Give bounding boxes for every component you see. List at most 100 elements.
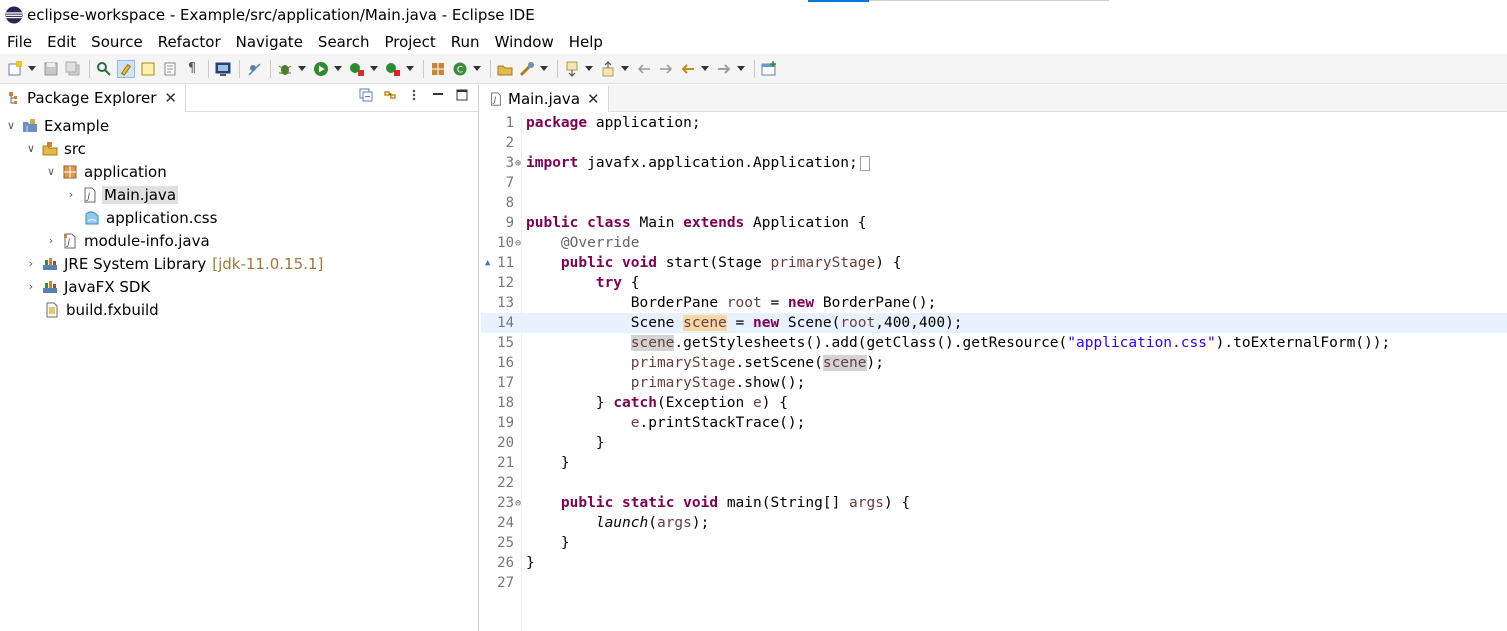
menu-source[interactable]: Source — [84, 33, 151, 51]
menu-help[interactable]: Help — [562, 33, 611, 51]
code-line[interactable]: 18 } catch(Exception e) { — [481, 393, 1507, 413]
code-line[interactable]: 7 — [481, 173, 1507, 193]
menu-navigate[interactable]: Navigate — [229, 33, 311, 51]
collapse-fold-icon[interactable]: ⊖ — [515, 498, 525, 509]
close-icon[interactable]: ✕ — [164, 89, 177, 107]
menu-search[interactable]: Search — [311, 33, 378, 51]
new-dropdown[interactable] — [28, 60, 36, 78]
save-icon[interactable] — [42, 60, 60, 78]
chevron-right-icon[interactable]: › — [64, 188, 78, 202]
save-all-icon[interactable] — [64, 60, 82, 78]
coverage-dropdown[interactable] — [370, 60, 378, 78]
skip-breakpoints-icon[interactable] — [245, 60, 263, 78]
code-line[interactable]: 20 } — [481, 433, 1507, 453]
tree-item-build-fxbuild[interactable]: build.fxbuild — [0, 298, 478, 321]
code-editor[interactable]: 1 package application; 2 3 ⊕ import java… — [481, 113, 1507, 631]
code-line[interactable]: ▲ 11 public void start(Stage primaryStag… — [481, 253, 1507, 273]
menu-project[interactable]: Project — [377, 33, 443, 51]
pin-search-icon[interactable] — [95, 60, 113, 78]
code-line[interactable]: 9 public class Main extends Application … — [481, 213, 1507, 233]
back-icon[interactable] — [679, 60, 697, 78]
search-tool-icon[interactable] — [518, 60, 536, 78]
tab-package-explorer[interactable]: Package Explorer ✕ — [0, 84, 186, 112]
collapse-fold-icon[interactable]: ⊖ — [515, 238, 525, 249]
code-line-current[interactable]: 14 Scene scene = new Scene(root,400,400)… — [481, 313, 1507, 333]
run-icon[interactable] — [312, 60, 330, 78]
open-type-icon[interactable] — [496, 60, 514, 78]
last-edit-location-icon[interactable] — [635, 60, 653, 78]
code-line[interactable]: 10 ⊖ @Override — [481, 233, 1507, 253]
new-java-class-dropdown[interactable] — [473, 60, 481, 78]
terminal-icon[interactable] — [214, 60, 232, 78]
new-java-package-icon[interactable] — [429, 60, 447, 78]
code-line[interactable]: 3 ⊕ import javafx.application.Applicatio… — [481, 153, 1507, 173]
external-tools-icon[interactable] — [384, 60, 402, 78]
menu-run[interactable]: Run — [444, 33, 488, 51]
chevron-down-icon[interactable]: ∨ — [24, 142, 38, 156]
code-line[interactable]: 23 ⊖ public static void main(String[] ar… — [481, 493, 1507, 513]
open-perspective-icon[interactable] — [760, 60, 778, 78]
code-line[interactable]: 12 try { — [481, 273, 1507, 293]
menu-refactor[interactable]: Refactor — [151, 33, 229, 51]
tab-main-java[interactable]: J Main.java ✕ — [481, 84, 609, 112]
code-line[interactable]: 15 scene.getStylesheets().add(getClass()… — [481, 333, 1507, 353]
code-line[interactable]: 26 } — [481, 553, 1507, 573]
tree-item-example[interactable]: ∨ J Example — [0, 114, 478, 137]
show-whitespace-icon[interactable]: ¶ — [183, 60, 201, 78]
menu-window[interactable]: Window — [488, 33, 562, 51]
code-line[interactable]: 22 — [481, 473, 1507, 493]
chevron-down-icon[interactable]: ∨ — [4, 119, 18, 133]
forward-dropdown[interactable] — [737, 60, 745, 78]
run-dropdown[interactable] — [334, 60, 342, 78]
code-line[interactable]: 2 — [481, 133, 1507, 153]
next-annotation-icon[interactable] — [563, 60, 581, 78]
maximize-icon[interactable] — [454, 87, 470, 103]
code-line[interactable]: 8 — [481, 193, 1507, 213]
code-line[interactable]: 13 BorderPane root = new BorderPane(); — [481, 293, 1507, 313]
menu-edit[interactable]: Edit — [40, 33, 84, 51]
tree-item-main-java[interactable]: › J Main.java — [0, 183, 478, 206]
external-tools-dropdown[interactable] — [406, 60, 414, 78]
code-line[interactable]: 1 package application; — [481, 113, 1507, 133]
chevron-right-icon[interactable]: › — [24, 257, 38, 271]
code-line[interactable]: 19 e.printStackTrace(); — [481, 413, 1507, 433]
minimize-icon[interactable] — [430, 87, 446, 103]
tree-item-application-css[interactable]: application.css — [0, 206, 478, 229]
code-line[interactable]: 25 } — [481, 533, 1507, 553]
next-edit-location-icon[interactable] — [657, 60, 675, 78]
code-line[interactable]: 27 — [481, 573, 1507, 593]
view-menu-icon[interactable] — [406, 87, 422, 103]
code-line[interactable]: 21 } — [481, 453, 1507, 473]
toggle-mark-occurrences-icon[interactable] — [117, 59, 135, 78]
toggle-block-selection-icon[interactable] — [139, 60, 157, 78]
forward-icon[interactable] — [715, 60, 733, 78]
chevron-down-icon[interactable]: ∨ — [44, 165, 58, 179]
code-line[interactable]: 17 primaryStage.show(); — [481, 373, 1507, 393]
chevron-right-icon[interactable]: › — [44, 234, 58, 248]
coverage-icon[interactable] — [348, 60, 366, 78]
link-with-editor-icon[interactable] — [382, 87, 398, 103]
tree-item-module-info[interactable]: › J module-info.java — [0, 229, 478, 252]
expand-fold-icon[interactable]: ⊕ — [515, 158, 525, 169]
code-line[interactable]: 16 primaryStage.setScene(scene); — [481, 353, 1507, 373]
word-wrap-icon[interactable] — [161, 60, 179, 78]
back-dropdown[interactable] — [701, 60, 709, 78]
tree-item-src[interactable]: ∨ src — [0, 137, 478, 160]
tree-item-jre-library[interactable]: › JRE System Library [jdk-11.0.15.1] — [0, 252, 478, 275]
folded-region-marker[interactable] — [859, 155, 870, 171]
next-annotation-dropdown[interactable] — [585, 60, 593, 78]
tree-item-application-package[interactable]: ∨ application — [0, 160, 478, 183]
menu-file[interactable]: File — [0, 33, 40, 51]
debug-icon[interactable] — [276, 60, 294, 78]
close-icon[interactable]: ✕ — [587, 90, 600, 108]
search-tool-dropdown[interactable] — [540, 60, 548, 78]
collapse-all-icon[interactable] — [358, 87, 374, 103]
previous-annotation-dropdown[interactable] — [621, 60, 629, 78]
tree-item-javafx-sdk[interactable]: › JavaFX SDK — [0, 275, 478, 298]
debug-dropdown[interactable] — [298, 60, 306, 78]
new-java-class-icon[interactable]: C — [451, 60, 469, 78]
new-icon[interactable] — [6, 60, 24, 78]
previous-annotation-icon[interactable] — [599, 60, 617, 78]
chevron-right-icon[interactable]: › — [24, 280, 38, 294]
code-line[interactable]: 24 launch(args); — [481, 513, 1507, 533]
